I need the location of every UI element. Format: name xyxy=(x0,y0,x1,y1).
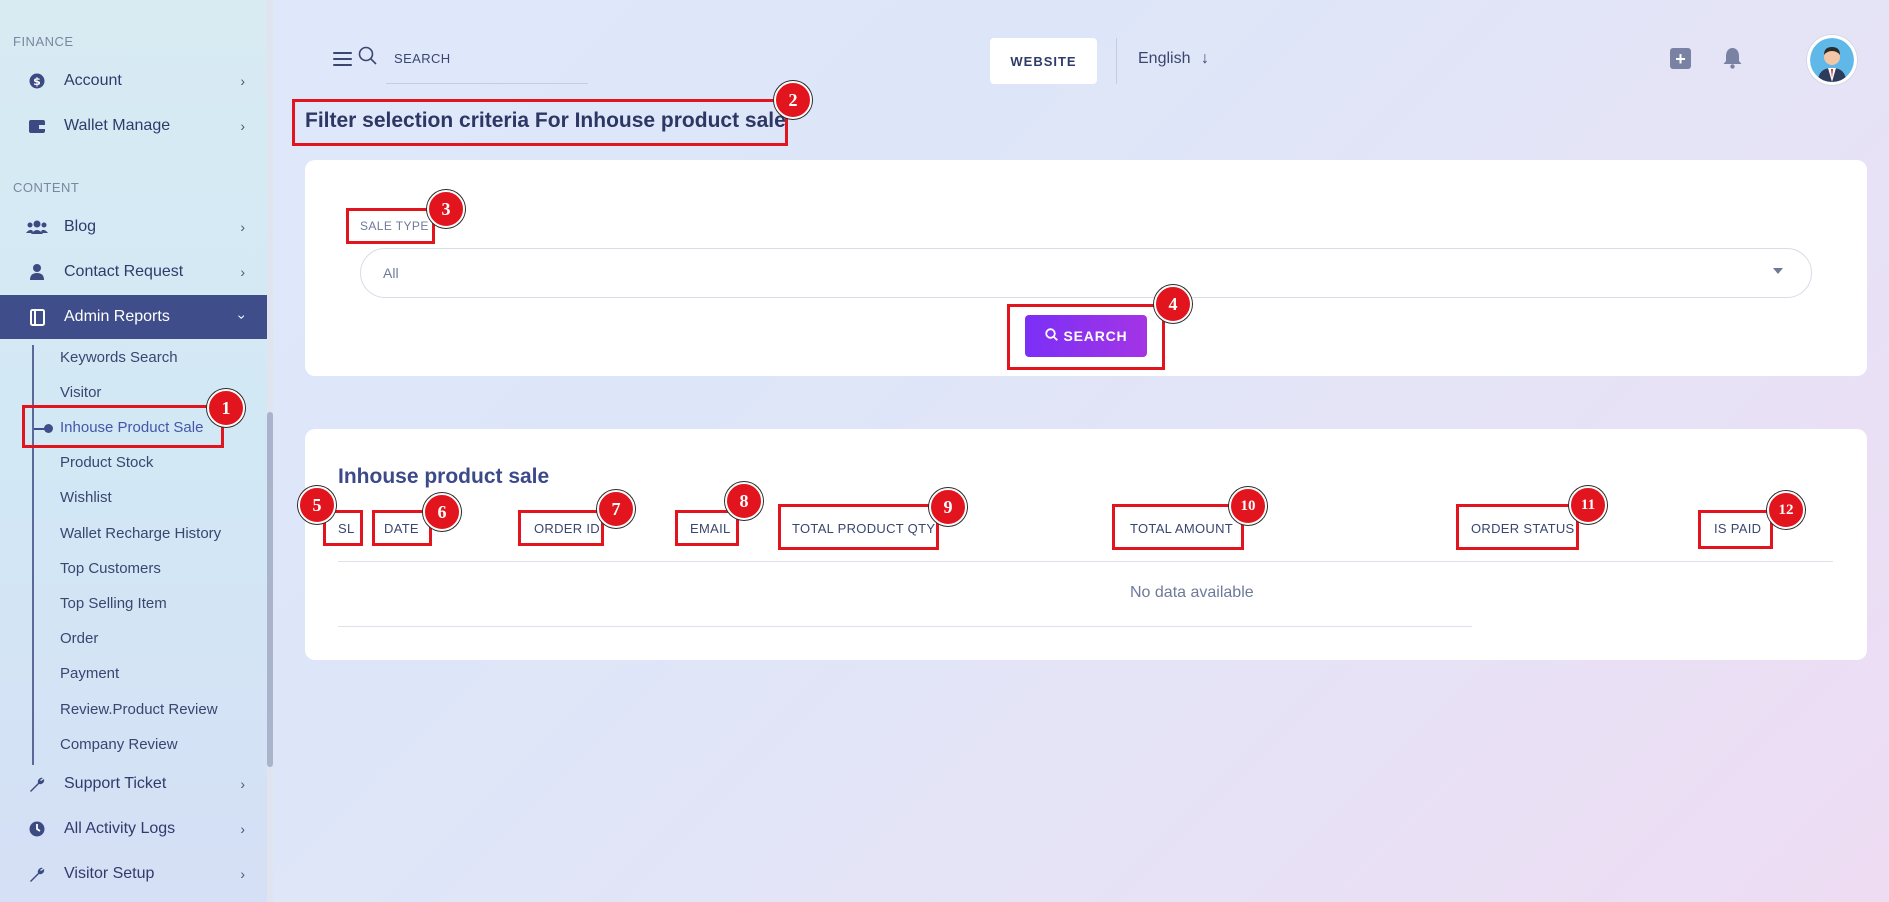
annotation-box-4 xyxy=(1007,304,1165,370)
sidebar-item-label: Account xyxy=(64,72,122,89)
chevron-right-icon: › xyxy=(240,118,245,134)
chevron-right-icon: › xyxy=(240,264,245,280)
add-icon[interactable]: + xyxy=(1670,48,1691,69)
chevron-right-icon: › xyxy=(240,219,245,235)
sidebar: FINANCE $ Account › Wallet Manage › CONT… xyxy=(0,0,267,902)
annotation-badge-9: 9 xyxy=(929,488,967,526)
annotation-badge-3: 3 xyxy=(427,190,465,228)
empty-table-message: No data available xyxy=(1130,584,1254,601)
sidebar-item-admin-reports[interactable]: Admin Reports › xyxy=(0,295,267,339)
chevron-right-icon: › xyxy=(240,776,245,792)
wrench-icon xyxy=(26,865,48,883)
annotation-badge-5: 5 xyxy=(298,486,336,524)
sidebar-item-blog[interactable]: Blog › xyxy=(0,205,267,249)
table-header-divider xyxy=(338,561,1833,562)
table-footer-divider xyxy=(338,626,1472,627)
annotation-badge-1: 1 xyxy=(207,389,245,427)
sidebar-item-label: Blog xyxy=(64,218,97,235)
avatar[interactable] xyxy=(1807,35,1857,85)
annotation-box-2 xyxy=(292,99,788,146)
header-divider xyxy=(1116,38,1117,84)
annotation-badge-7: 7 xyxy=(597,490,635,528)
scrollbar-thumb[interactable] xyxy=(267,412,273,767)
sidebar-subitem-company-review[interactable]: Company Review xyxy=(60,736,178,753)
svg-text:$: $ xyxy=(33,75,41,88)
avatar-image xyxy=(1810,38,1854,82)
annotation-box-1 xyxy=(22,405,224,448)
sidebar-subitem-product-review[interactable]: Review.Product Review xyxy=(60,701,218,718)
section-title-content: CONTENT xyxy=(13,180,80,195)
annotation-box-8 xyxy=(675,510,739,546)
sidebar-subitem-keywords-search[interactable]: Keywords Search xyxy=(60,349,178,366)
sidebar-subitem-top-selling-item[interactable]: Top Selling Item xyxy=(60,595,167,612)
clock-icon xyxy=(26,820,48,838)
section-title-finance: FINANCE xyxy=(13,34,74,49)
annotation-box-7 xyxy=(518,510,604,546)
sidebar-subitem-wishlist[interactable]: Wishlist xyxy=(60,489,112,506)
chevron-right-icon: › xyxy=(240,821,245,837)
hamburger-menu-icon[interactable] xyxy=(333,52,352,66)
annotation-badge-11: 11 xyxy=(1569,486,1607,524)
sidebar-scrollbar[interactable] xyxy=(267,0,273,902)
annotation-badge-12: 12 xyxy=(1767,491,1805,529)
chevron-right-icon: › xyxy=(240,866,245,882)
annotation-badge-10: 10 xyxy=(1229,487,1267,525)
dollar-circle-icon: $ xyxy=(26,72,48,90)
table-title: Inhouse product sale xyxy=(338,465,550,488)
book-icon xyxy=(26,308,48,326)
users-icon xyxy=(26,218,48,236)
sidebar-item-visitor-setup[interactable]: Visitor Setup › xyxy=(0,852,267,896)
sidebar-item-wallet-manage[interactable]: Wallet Manage › xyxy=(0,104,267,148)
annotation-box-10 xyxy=(1112,504,1244,550)
sale-type-value: All xyxy=(383,265,399,281)
sidebar-item-account[interactable]: $ Account › xyxy=(0,59,267,103)
user-icon xyxy=(26,263,48,281)
language-label: English xyxy=(1138,50,1191,67)
caret-down-icon xyxy=(1773,268,1783,274)
sidebar-item-label: Support Ticket xyxy=(64,775,167,792)
search-input[interactable] xyxy=(386,44,588,84)
website-button[interactable]: WEBSITE xyxy=(990,38,1097,84)
annotation-badge-2: 2 xyxy=(774,81,812,119)
sidebar-item-label: Admin Reports xyxy=(64,308,170,325)
sidebar-subitem-wallet-recharge-history[interactable]: Wallet Recharge History xyxy=(60,525,221,542)
sidebar-subitem-visitor[interactable]: Visitor xyxy=(60,384,101,401)
language-selector[interactable]: English ↓ xyxy=(1138,50,1209,68)
sidebar-item-label: Wallet Manage xyxy=(64,117,171,134)
sidebar-item-label: All Activity Logs xyxy=(64,820,176,837)
annotation-box-3 xyxy=(346,208,435,244)
annotation-box-9 xyxy=(778,504,939,550)
annotation-badge-8: 8 xyxy=(725,482,763,520)
sidebar-subitem-product-stock[interactable]: Product Stock xyxy=(60,454,153,471)
arrow-down-icon: ↓ xyxy=(1200,50,1209,67)
wallet-icon xyxy=(26,117,48,135)
sidebar-item-support-ticket[interactable]: Support Ticket › xyxy=(0,762,267,806)
chevron-right-icon: › xyxy=(240,73,245,89)
sidebar-item-all-activity-logs[interactable]: All Activity Logs › xyxy=(0,807,267,851)
sidebar-subitem-payment[interactable]: Payment xyxy=(60,665,119,682)
sidebar-item-label: Visitor Setup xyxy=(64,865,155,882)
bell-icon[interactable] xyxy=(1722,47,1743,74)
sidebar-subitem-order[interactable]: Order xyxy=(60,630,98,647)
annotation-badge-4: 4 xyxy=(1154,285,1192,323)
sidebar-subitem-top-customers[interactable]: Top Customers xyxy=(60,560,161,577)
annotation-badge-6: 6 xyxy=(423,493,461,531)
sidebar-item-contact-request[interactable]: Contact Request › xyxy=(0,250,267,294)
chevron-down-icon: › xyxy=(234,314,251,320)
search-icon[interactable] xyxy=(358,46,377,70)
sidebar-item-label: Contact Request xyxy=(64,263,184,280)
wrench-icon xyxy=(26,775,48,793)
annotation-box-11 xyxy=(1456,504,1579,550)
annotation-box-12 xyxy=(1698,510,1773,549)
sale-type-select[interactable]: All xyxy=(360,248,1812,298)
